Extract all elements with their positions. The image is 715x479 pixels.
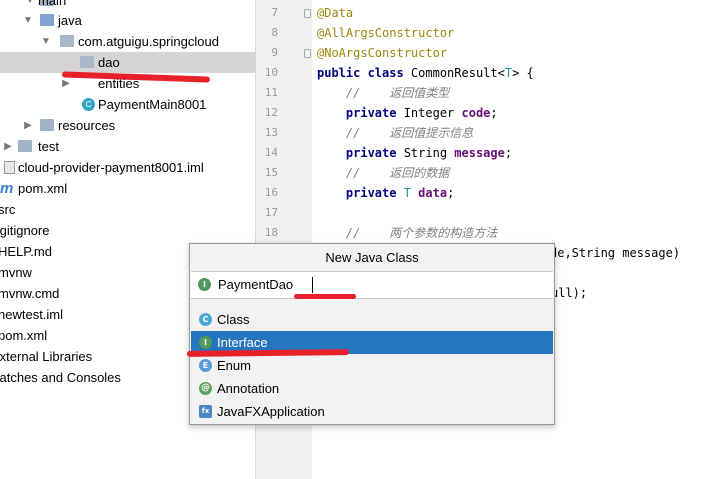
chevron-right-icon[interactable]: ▶ bbox=[60, 73, 72, 94]
red-underline-annotation bbox=[294, 294, 356, 299]
tree-item-resources[interactable]: ▶ resources bbox=[0, 115, 255, 136]
text-caret bbox=[312, 277, 313, 293]
kind-option-enum[interactable]: E Enum bbox=[191, 354, 553, 377]
kind-option-class[interactable]: C Class bbox=[191, 308, 553, 331]
code-line: // 返回值提示信息 bbox=[317, 126, 474, 140]
code-line: private String message; bbox=[317, 146, 513, 160]
tree-item-dao[interactable]: dao bbox=[0, 52, 255, 73]
chevron-down-icon[interactable]: ▼ bbox=[22, 10, 34, 31]
interface-icon: I bbox=[199, 336, 212, 349]
fold-marker-icon[interactable] bbox=[304, 49, 311, 58]
tree-item-package[interactable]: ▼ com.atguigu.springcloud bbox=[0, 31, 255, 52]
fold-marker-icon[interactable] bbox=[304, 9, 311, 18]
module-file-icon bbox=[4, 161, 15, 174]
class-name-value: PaymentDao bbox=[218, 277, 294, 292]
resources-folder-icon bbox=[40, 119, 54, 131]
code-line: public class CommonResult<T> { bbox=[317, 66, 534, 80]
tree-item-iml[interactable]: cloud-provider-payment8001.iml bbox=[0, 157, 255, 178]
dialog-title: New Java Class bbox=[325, 250, 419, 265]
class-icon: C bbox=[199, 313, 212, 326]
code-line: // 返回的数据 bbox=[317, 166, 450, 180]
javafx-icon: fx bbox=[199, 405, 212, 418]
code-line: @Data bbox=[317, 6, 354, 20]
tree-item-pom[interactable]: m pom.xml bbox=[0, 178, 255, 199]
tree-item-gitignore[interactable]: .gitignore bbox=[0, 220, 255, 241]
kind-option-annotation[interactable]: @ Annotation bbox=[191, 377, 553, 400]
code-line: private Integer code; bbox=[317, 106, 498, 120]
code-line: @NoArgsConstructor bbox=[317, 46, 448, 60]
enum-icon: E bbox=[199, 359, 212, 372]
chevron-right-icon[interactable]: ▶ bbox=[22, 115, 34, 136]
maven-icon: m bbox=[0, 180, 14, 197]
tree-item-test[interactable]: ▶ test bbox=[0, 136, 255, 157]
tree-item-src[interactable]: src bbox=[0, 199, 255, 220]
new-java-class-dialog: New Java Class I PaymentDao C Class I In… bbox=[189, 243, 555, 425]
code-line: // 返回值类型 bbox=[317, 86, 450, 100]
chevron-right-icon[interactable]: ▶ bbox=[2, 136, 14, 157]
code-line: private T data; bbox=[317, 186, 455, 200]
kind-option-javafx[interactable]: fx JavaFXApplication bbox=[191, 400, 553, 423]
class-icon: C bbox=[82, 98, 95, 111]
class-name-input[interactable]: I PaymentDao bbox=[191, 271, 553, 299]
code-line: // 两个参数的构造方法 bbox=[317, 226, 498, 240]
code-line-fragment: ull); bbox=[551, 286, 588, 300]
interface-icon: I bbox=[198, 278, 211, 291]
code-line-fragment: de,String message) bbox=[550, 246, 681, 260]
chevron-down-icon[interactable]: ▼ bbox=[40, 31, 52, 52]
package-icon bbox=[60, 35, 74, 47]
code-line: @AllArgsConstructor bbox=[317, 26, 455, 40]
package-icon bbox=[80, 56, 94, 68]
annotation-icon: @ bbox=[199, 382, 212, 395]
tree-item-entities[interactable]: ▶ entities bbox=[0, 73, 255, 94]
tree-item-paymentmain[interactable]: C PaymentMain8001 bbox=[0, 94, 255, 115]
source-folder-icon bbox=[40, 14, 54, 26]
folder-icon bbox=[18, 140, 32, 152]
tree-item-java[interactable]: ▼ java bbox=[0, 10, 255, 31]
